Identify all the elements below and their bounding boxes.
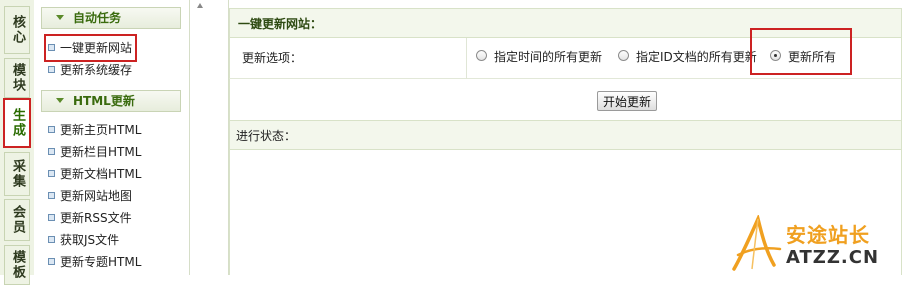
action-row: 开始更新 — [229, 79, 902, 120]
menu-item-one-click-update[interactable]: 一键更新网站 — [44, 34, 138, 62]
collapse-triangle-icon — [56, 98, 64, 103]
menu-item-update-rss[interactable]: 更新RSS文件 — [48, 209, 132, 227]
bullet-icon — [48, 192, 55, 199]
menu-label: 更新栏目HTML — [60, 145, 142, 159]
bullet-icon — [48, 148, 55, 155]
update-options-label: 更新选项： — [242, 51, 303, 65]
section-title: 自动任务 — [73, 11, 122, 25]
tab-core[interactable]: 核心 — [4, 6, 30, 54]
tab-members[interactable]: 会员 — [4, 199, 30, 241]
menu-label: 更新文档HTML — [60, 167, 142, 181]
radio-button-icon[interactable] — [476, 50, 487, 61]
bullet-icon — [48, 126, 55, 133]
tab-generate[interactable]: 生成 — [3, 98, 31, 148]
bullet-icon — [48, 66, 55, 73]
menu-item-update-docs[interactable]: 更新文档HTML — [48, 165, 141, 183]
scroll-gutter[interactable] — [190, 0, 229, 275]
menu-item-update-topics[interactable]: 更新专题HTML — [48, 253, 141, 271]
update-options-row: 更新选项： 指定时间的所有更新 指定ID文档的所有更新 更新所有 — [229, 28, 902, 79]
menu-item-update-sitemap[interactable]: 更新网站地图 — [48, 187, 132, 205]
menu-label: 更新网站地图 — [60, 189, 133, 203]
sidebar-menu: 自动任务 一键更新网站 更新系统缓存 HTML更新 更新主页HTML 更新栏目H… — [34, 0, 190, 275]
watermark-text-domain: ATZZ.CN — [786, 247, 880, 268]
site-watermark: 安途站长 ATZZ.CN — [728, 213, 896, 273]
bullet-icon — [48, 258, 55, 265]
watermark-text-cn: 安途站长 — [786, 223, 870, 247]
start-update-button[interactable]: 开始更新 — [597, 91, 658, 111]
radio-by-id[interactable]: 指定ID文档的所有更新 — [618, 38, 757, 79]
bullet-icon — [48, 44, 55, 51]
menu-item-update-cache[interactable]: 更新系统缓存 — [48, 61, 132, 79]
section-header-auto-tasks[interactable]: 自动任务 — [41, 7, 181, 29]
module-tab-bar: 核心 模块 生成 采集 会员 模板 — [0, 0, 35, 285]
radio-by-time[interactable]: 指定时间的所有更新 — [476, 38, 602, 79]
menu-label: 更新专题HTML — [60, 255, 142, 269]
menu-label: 一键更新网站 — [60, 41, 133, 55]
menu-item-update-home[interactable]: 更新主页HTML — [48, 121, 141, 139]
menu-label: 更新RSS文件 — [60, 211, 132, 225]
bullet-icon — [48, 170, 55, 177]
scroll-up-arrow-icon[interactable] — [197, 3, 203, 8]
radio-label: 指定ID文档的所有更新 — [636, 50, 757, 64]
menu-item-get-js[interactable]: 获取JS文件 — [48, 231, 119, 249]
menu-label: 更新主页HTML — [60, 123, 142, 137]
tab-collect[interactable]: 采集 — [4, 152, 30, 196]
radio-label: 指定时间的所有更新 — [494, 50, 603, 64]
collapse-triangle-icon — [56, 15, 64, 20]
status-label: 进行状态： — [229, 120, 902, 150]
menu-label: 更新系统缓存 — [60, 63, 133, 77]
radio-label: 更新所有 — [788, 50, 837, 64]
bullet-icon — [48, 236, 55, 243]
section-title: HTML更新 — [73, 94, 135, 108]
tab-templates[interactable]: 模板 — [4, 245, 30, 285]
menu-label: 获取JS文件 — [60, 233, 120, 247]
section-header-html-update[interactable]: HTML更新 — [41, 90, 181, 112]
column-divider — [466, 38, 467, 79]
radio-update-all[interactable]: 更新所有 — [770, 38, 836, 79]
tab-modules[interactable]: 模块 — [4, 58, 30, 98]
radio-button-icon[interactable] — [618, 50, 629, 61]
watermark-logo-icon — [732, 213, 782, 271]
bullet-icon — [48, 214, 55, 221]
menu-item-update-columns[interactable]: 更新栏目HTML — [48, 143, 141, 161]
radio-button-selected-icon[interactable] — [770, 50, 781, 61]
